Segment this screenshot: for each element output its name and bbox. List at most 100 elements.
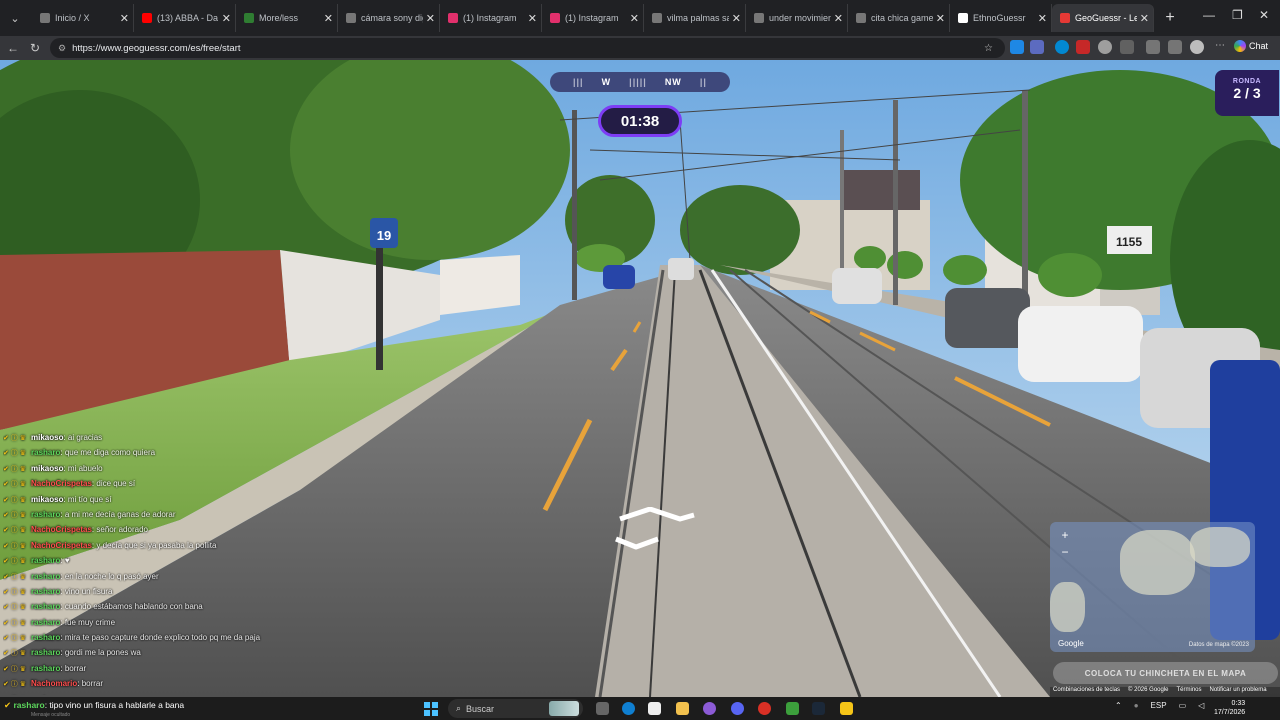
windows-start-icon[interactable]: [424, 702, 438, 716]
copyright-text: © 2026 Google: [1128, 687, 1169, 693]
backward-arrow-icon[interactable]: [615, 536, 659, 550]
keyboard-shortcuts-link[interactable]: Combinaciones de teclas: [1053, 687, 1120, 697]
tab-close-icon[interactable]: ✕: [732, 12, 741, 25]
browser-tab[interactable]: (1) Instagram ✕: [542, 4, 644, 32]
report-problem-link[interactable]: Notificar un problema: [1210, 687, 1267, 697]
chat-text: borrar: [64, 663, 87, 673]
chrome-icon[interactable]: [758, 702, 771, 715]
place-pin-button[interactable]: COLOCA TU CHINCHETA EN EL MAPA: [1053, 662, 1278, 684]
browser-tab[interactable]: GeoGuessr - Le ✕: [1052, 4, 1154, 32]
bookmark-star-icon[interactable]: ☆: [984, 43, 993, 54]
tab-favicon-icon: [652, 13, 662, 23]
chat-text: mira te paso capture donde explico todo …: [64, 633, 261, 643]
tab-close-icon[interactable]: ✕: [936, 12, 945, 25]
network-icon[interactable]: ▭: [1179, 701, 1187, 710]
forward-arrow-icon[interactable]: [619, 506, 695, 522]
tab-favicon-icon: [448, 13, 458, 23]
mic-icon[interactable]: ●: [1134, 701, 1139, 710]
browser-tab[interactable]: EthnoGuessr ✕: [950, 4, 1052, 32]
new-tab-button[interactable]: +: [1158, 6, 1182, 30]
tab-close-icon[interactable]: ✕: [324, 12, 333, 25]
chat-message-row: ✔ ⓘ ♛rasharo: no no: [3, 692, 323, 696]
app-icon[interactable]: [840, 702, 853, 715]
chat-username: rasharo: [31, 648, 61, 658]
tab-favicon-icon: [856, 13, 866, 23]
browser-tab[interactable]: vilma palmas salin✕: [644, 4, 746, 32]
extension-icon[interactable]: [1030, 40, 1044, 54]
browser-toolbar: ← ↻ ⚙ https://www.geoguessr.com/es/free/…: [0, 36, 1280, 60]
compass-w: W: [601, 77, 612, 87]
terms-link[interactable]: Términos: [1177, 687, 1202, 697]
chat-badges-icon: ✔ ⓘ ♛: [3, 558, 27, 566]
file-explorer-icon[interactable]: [676, 702, 689, 715]
chat-message-row: ✔ ⓘ ♛ rasharo: que me diga como quiera: [3, 445, 323, 460]
tab-close-icon[interactable]: ✕: [1140, 12, 1149, 25]
minimize-icon[interactable]: —: [1203, 8, 1215, 22]
chat-username: rasharo: [31, 617, 61, 627]
street-view-navigation-arrows[interactable]: [612, 506, 702, 552]
chat-message-row: ✔ ⓘ ♛ Nachomario: borrar: [3, 676, 323, 691]
volume-icon[interactable]: ◁: [1198, 701, 1204, 710]
chat-username: rasharo: [31, 509, 61, 519]
extension-icon[interactable]: [1055, 40, 1069, 54]
tab-label: under movimiento: [769, 13, 831, 23]
favorites-icon[interactable]: [1168, 40, 1182, 54]
tab-close-icon[interactable]: ✕: [630, 12, 639, 25]
tab-label: Inicio / X: [55, 13, 90, 23]
tab-label: (13) ABBA - Da: [157, 13, 219, 23]
zoom-out-button[interactable]: −: [1058, 545, 1072, 559]
store-icon[interactable]: [648, 702, 661, 715]
chat-badges-icon: ✔ ⓘ ♛: [3, 465, 27, 473]
reload-icon[interactable]: ↻: [24, 41, 46, 55]
browser-tab[interactable]: More/less ✕: [236, 4, 338, 32]
steam-icon[interactable]: [812, 702, 825, 715]
extension-icon[interactable]: [1098, 40, 1112, 54]
browser-tab[interactable]: cámara sony digital✕: [338, 4, 440, 32]
clock-date: 17/7/2026: [1214, 709, 1246, 716]
stream-chat-overlay: ✔ ⓘ ♛ mikaoso: ai gracias ✔ ⓘ ♛ rasharo: qu…: [3, 430, 323, 695]
copilot-chat-button[interactable]: Chat: [1234, 40, 1268, 52]
browser-tab[interactable]: Inicio / X ✕: [32, 4, 134, 32]
extension-icon[interactable]: [1010, 40, 1024, 54]
address-bar[interactable]: ⚙ https://www.geoguessr.com/es/free/star…: [50, 38, 1005, 58]
tab-close-icon[interactable]: ✕: [834, 12, 843, 25]
system-clock[interactable]: 0:33 17/7/2026: [1214, 699, 1245, 717]
extension-icon[interactable]: [1076, 40, 1090, 54]
round-counter: RONDA 2 / 3: [1215, 70, 1279, 116]
close-window-icon[interactable]: ✕: [1259, 8, 1269, 22]
tab-close-icon[interactable]: ✕: [120, 12, 129, 25]
route-sign: 19: [377, 228, 391, 243]
browser-tab[interactable]: (13) ABBA - Da ✕: [134, 4, 236, 32]
tab-search-button[interactable]: ⌄: [2, 5, 28, 31]
maximize-icon[interactable]: ❐: [1232, 8, 1243, 22]
extensions-puzzle-icon[interactable]: [1120, 40, 1134, 54]
tray-chevron-icon[interactable]: ⌃: [1115, 701, 1122, 710]
app-icon[interactable]: [703, 702, 716, 715]
browser-tab[interactable]: (1) Instagram ✕: [440, 4, 542, 32]
profile-avatar[interactable]: [1190, 40, 1204, 54]
menu-icon[interactable]: ⋯: [1213, 40, 1227, 54]
tab-close-icon[interactable]: ✕: [426, 12, 435, 25]
guess-minimap[interactable]: + − Google Datos de mapa ©2023: [1050, 522, 1255, 652]
tab-label: EthnoGuessr: [973, 13, 1026, 23]
back-icon[interactable]: ←: [2, 41, 24, 55]
browser-tab[interactable]: under movimiento✕: [746, 4, 848, 32]
chat-message-row: ✔ ⓘ ♛ rasharo: fue muy crime: [3, 615, 323, 630]
edge-icon[interactable]: [622, 702, 635, 715]
tab-favicon-icon: [1060, 13, 1070, 23]
tab-close-icon[interactable]: ✕: [1038, 12, 1047, 25]
geoguessr-game[interactable]: 1155 19 ||| W ||||| NW || 01:38 RONDA 2 …: [0, 60, 1280, 697]
tab-close-icon[interactable]: ✕: [528, 12, 537, 25]
language-indicator[interactable]: ESP: [1151, 701, 1167, 710]
task-view-icon[interactable]: [596, 702, 609, 715]
extension-icon[interactable]: [1146, 40, 1160, 54]
tab-close-icon[interactable]: ✕: [222, 12, 231, 25]
site-info-icon[interactable]: ⚙: [58, 43, 66, 54]
app-icon[interactable]: [786, 702, 799, 715]
discord-icon[interactable]: [731, 702, 744, 715]
chat-badges-icon: ✔ ⓘ ♛: [3, 481, 27, 489]
browser-tab[interactable]: cita chica gamer vi✕: [848, 4, 950, 32]
zoom-in-button[interactable]: +: [1058, 528, 1072, 542]
taskbar-search[interactable]: ⌕ Buscar: [448, 699, 583, 718]
clock-time: 0:33: [1231, 700, 1246, 707]
